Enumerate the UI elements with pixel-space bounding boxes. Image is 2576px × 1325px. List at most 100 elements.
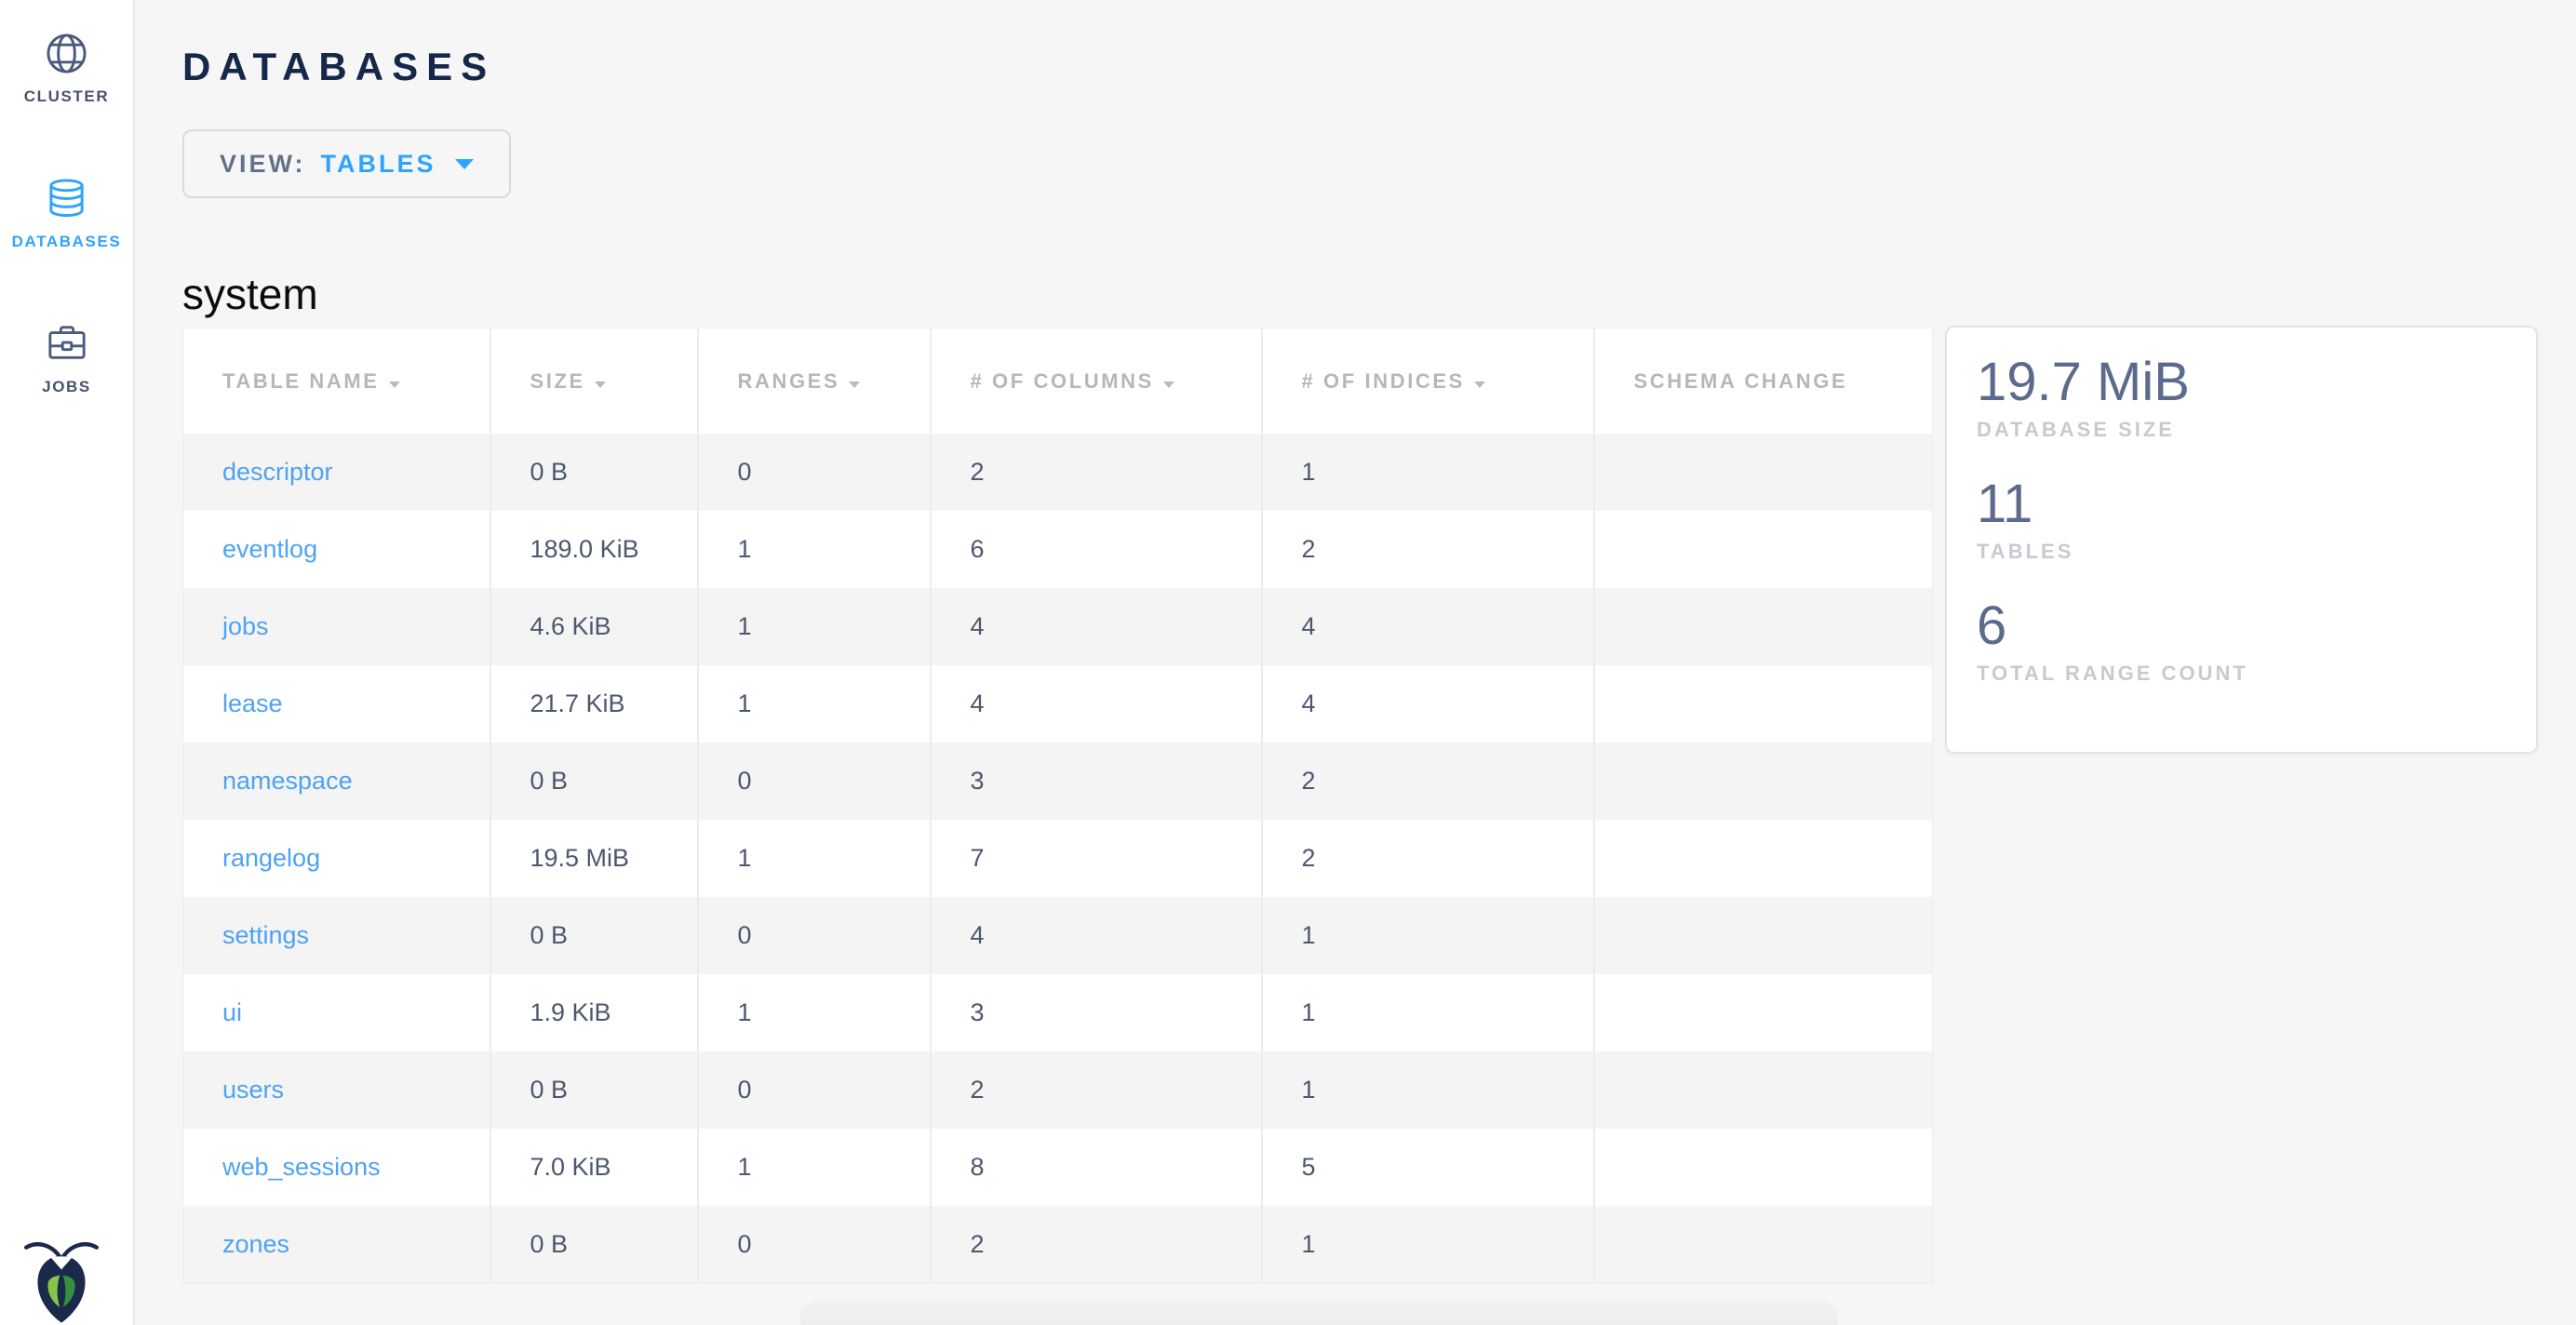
table-name-link[interactable]: ui [222, 998, 242, 1026]
table-row: settings 0 B041 [183, 897, 1933, 974]
sort-caret-icon [849, 381, 860, 388]
sidebar-item-label: JOBS [42, 378, 91, 396]
app-root: CLUSTER DATABASES [0, 0, 2576, 1325]
schema-change-cell [1594, 434, 1933, 511]
sort-caret-icon [389, 381, 400, 388]
size-cell: 0 B [490, 897, 698, 974]
schema-change-cell [1594, 1051, 1933, 1129]
table-name-cell: descriptor [183, 434, 490, 511]
database-heading-test: test [182, 1316, 251, 1325]
stat-database-size: 19.7 MiB DATABASE SIZE [1977, 352, 2517, 442]
size-cell: 21.7 KiB [490, 665, 698, 743]
schema-change-cell [1594, 743, 1933, 820]
num-columns-cell: 2 [931, 1206, 1262, 1284]
num-indices-cell: 2 [1262, 511, 1594, 588]
view-dropdown-label: VIEW: [220, 150, 306, 179]
num-columns-cell: 4 [931, 897, 1262, 974]
size-cell: 0 B [490, 434, 698, 511]
num-indices-cell: 2 [1262, 820, 1594, 897]
ranges-cell: 0 [698, 434, 931, 511]
num-indices-cell: 1 [1262, 974, 1594, 1051]
ranges-cell: 1 [698, 588, 931, 665]
sidebar-item-jobs[interactable]: JOBS [0, 320, 133, 396]
size-cell: 0 B [490, 1051, 698, 1129]
num-indices-cell: 5 [1262, 1129, 1594, 1206]
size-cell: 0 B [490, 743, 698, 820]
table-name-link[interactable]: jobs [222, 612, 269, 640]
column-header-num-columns[interactable]: # OF COLUMNS [931, 328, 1262, 435]
sort-caret-icon [1163, 381, 1174, 388]
table-row: namespace 0 B032 [183, 743, 1933, 820]
num-indices-cell: 1 [1262, 897, 1594, 974]
column-header-size[interactable]: SIZE [490, 328, 698, 435]
table-name-link[interactable]: users [222, 1076, 284, 1104]
ranges-cell: 1 [698, 820, 931, 897]
page-title: DATABASES [182, 45, 495, 89]
stat-value: 19.7 MiB [1977, 352, 2517, 413]
ranges-cell: 0 [698, 1206, 931, 1284]
view-dropdown-value: TABLES [321, 150, 436, 179]
num-columns-cell: 3 [931, 743, 1262, 820]
table-row: eventlog189.0 KiB162 [183, 511, 1933, 588]
bottom-shadow-decoration [800, 1301, 1838, 1325]
sort-caret-icon [595, 381, 606, 388]
schema-change-cell [1594, 1129, 1933, 1206]
stat-label: TABLES [1977, 540, 2517, 564]
globe-icon [45, 30, 88, 76]
table-name-link[interactable]: zones [222, 1230, 289, 1258]
num-indices-cell: 1 [1262, 434, 1594, 511]
table-name-cell: rangelog [183, 820, 490, 897]
ranges-cell: 1 [698, 974, 931, 1051]
view-dropdown[interactable]: VIEW: TABLES [182, 129, 511, 198]
column-header-table-name[interactable]: TABLE NAME [183, 328, 490, 435]
sidebar: CLUSTER DATABASES [0, 0, 135, 1325]
num-columns-cell: 4 [931, 588, 1262, 665]
databases-icon [45, 175, 88, 221]
table-name-link[interactable]: lease [222, 689, 283, 717]
table-name-link[interactable]: namespace [222, 767, 353, 795]
column-header-num-indices[interactable]: # OF INDICES [1262, 328, 1594, 435]
ranges-cell: 1 [698, 511, 931, 588]
table-row: jobs4.6 KiB144 [183, 588, 1933, 665]
stat-label: DATABASE SIZE [1977, 418, 2517, 442]
sidebar-item-cluster[interactable]: CLUSTER [0, 30, 133, 106]
table-name-link[interactable]: web_sessions [222, 1153, 381, 1181]
column-header-ranges[interactable]: RANGES [698, 328, 931, 435]
stat-value: 6 [1977, 596, 2517, 657]
sidebar-item-databases[interactable]: DATABASES [0, 175, 133, 251]
schema-change-cell [1594, 897, 1933, 974]
cockroachdb-logo [20, 1238, 102, 1325]
size-cell: 4.6 KiB [490, 588, 698, 665]
schema-change-cell [1594, 665, 1933, 743]
num-columns-cell: 2 [931, 434, 1262, 511]
database-summary-card: 19.7 MiB DATABASE SIZE 11 TABLES 6 TOTAL… [1945, 326, 2538, 754]
table-row: descriptor 0 B021 [183, 434, 1933, 511]
size-cell: 0 B [490, 1206, 698, 1284]
table-row: users0 B021 [183, 1051, 1933, 1129]
table-name-link[interactable]: eventlog [222, 535, 317, 563]
num-columns-cell: 7 [931, 820, 1262, 897]
ranges-cell: 0 [698, 743, 931, 820]
num-indices-cell: 2 [1262, 743, 1594, 820]
schema-change-cell [1594, 974, 1933, 1051]
table-name-cell: zones [183, 1206, 490, 1284]
main-content: DATABASES VIEW: TABLES system TABLE NAME… [137, 0, 2576, 1325]
table-name-cell: web_sessions [183, 1129, 490, 1206]
num-indices-cell: 1 [1262, 1206, 1594, 1284]
table-name-cell: eventlog [183, 511, 490, 588]
num-columns-cell: 8 [931, 1129, 1262, 1206]
schema-change-cell [1594, 588, 1933, 665]
table-row: lease21.7 KiB144 [183, 665, 1933, 743]
num-indices-cell: 1 [1262, 1051, 1594, 1129]
table-name-link[interactable]: settings [222, 921, 309, 949]
stat-tables: 11 TABLES [1977, 474, 2517, 564]
schema-change-cell [1594, 820, 1933, 897]
num-columns-cell: 2 [931, 1051, 1262, 1129]
ranges-cell: 0 [698, 897, 931, 974]
table-name-link[interactable]: descriptor [222, 458, 333, 486]
size-cell: 19.5 MiB [490, 820, 698, 897]
system-tables-table: TABLE NAME SIZE RANGES # OF COLUMNS # OF… [182, 328, 1933, 1284]
briefcase-icon [46, 320, 88, 367]
sidebar-item-label: CLUSTER [24, 87, 109, 106]
table-name-link[interactable]: rangelog [222, 844, 320, 872]
